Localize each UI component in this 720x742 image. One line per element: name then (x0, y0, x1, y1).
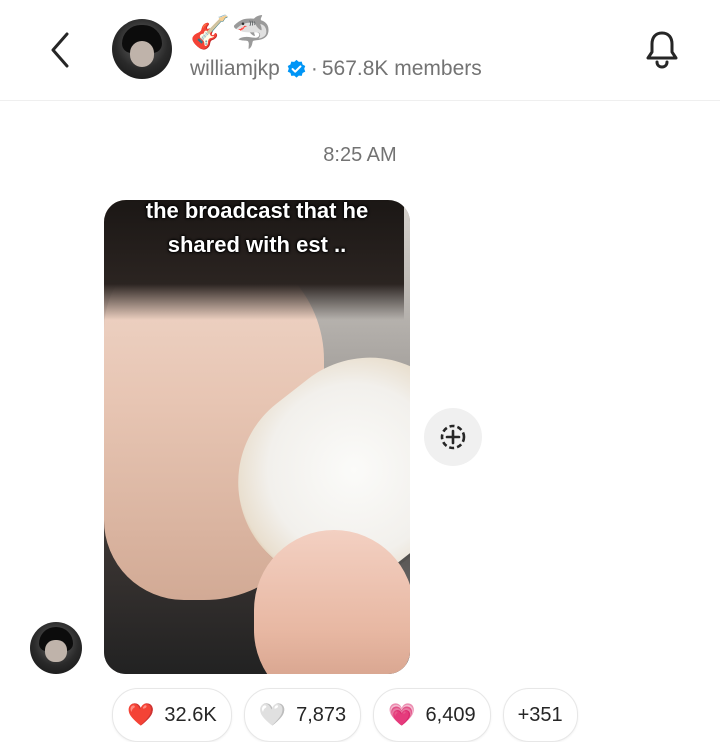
reaction-white-heart[interactable]: 🤍 7,873 (243, 688, 362, 742)
video-message[interactable]: the broadcast that he shared with est .. (104, 200, 410, 674)
reaction-heart[interactable]: ❤️ 32.6K (112, 688, 232, 742)
more-reactions-count: +351 (517, 703, 563, 726)
video-caption: the broadcast that he shared with est .. (104, 200, 410, 262)
member-count: 567.8K members (321, 57, 482, 80)
pink-heart-icon: 💗 (388, 702, 416, 727)
channel-avatar[interactable] (112, 19, 172, 79)
reaction-count: 6,409 (425, 703, 476, 726)
reshare-plus-icon (440, 424, 466, 450)
reaction-pink-heart[interactable]: 💗 6,409 (373, 688, 491, 742)
channel-header: 🎸🦈 williamjkp · 567.8K members (0, 0, 720, 101)
reaction-more[interactable]: +351 (502, 688, 578, 742)
white-heart-icon: 🤍 (258, 702, 287, 727)
notifications-button[interactable] (640, 28, 684, 72)
video-caption-line2: shared with est .. (167, 232, 347, 257)
chevron-left-icon (51, 32, 69, 68)
channel-name: williamjkp (190, 57, 280, 80)
video-caption-line1: the broadcast that he (145, 200, 369, 223)
back-button[interactable] (40, 28, 80, 72)
reactions-bar: ❤️ 32.6K 🤍 7,873 💗 6,409 +351 (112, 688, 578, 742)
message-timestamp: 8:25 AM (323, 144, 397, 166)
channel-emojis: 🎸🦈 (190, 14, 274, 50)
red-heart-icon: ❤️ (127, 702, 155, 727)
channel-info[interactable]: williamjkp · 567.8K members (190, 57, 482, 81)
verified-badge-icon (286, 59, 307, 80)
bell-icon (646, 31, 678, 69)
reshare-button[interactable] (424, 408, 482, 466)
separator-dot: · (310, 57, 318, 80)
sender-avatar[interactable] (30, 622, 82, 674)
reaction-count: 7,873 (296, 703, 347, 726)
reaction-count: 32.6K (164, 703, 217, 726)
